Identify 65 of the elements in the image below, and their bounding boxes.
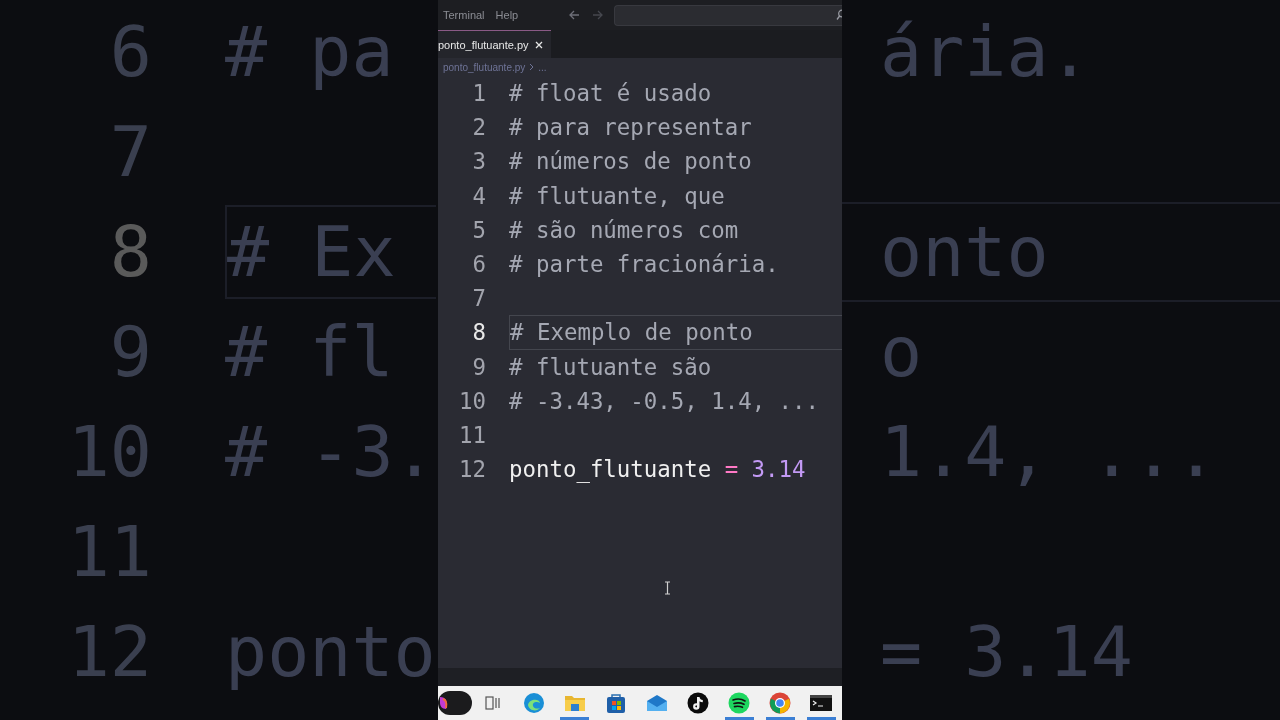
number-literal: 3.14	[751, 456, 806, 483]
line-number: 9	[108, 310, 152, 395]
code-text: onto	[880, 210, 1049, 295]
line-number: 10	[458, 387, 486, 414]
line-number: 6	[471, 251, 486, 278]
line-number: 4	[471, 182, 486, 209]
line-number: 1	[471, 80, 486, 107]
code-comment: # -3.43, -0.5, 1.4, ...	[509, 387, 820, 414]
line-number: 10	[66, 410, 152, 495]
swirl-icon	[438, 691, 472, 715]
line-number: 11	[66, 510, 152, 595]
code-text: # Ex	[225, 205, 436, 299]
file-tab[interactable]: ponto_flutuante.py	[438, 30, 551, 58]
line-number: 8	[471, 319, 486, 346]
left-arrow-icon	[568, 10, 581, 20]
code-comment: # parte fracionária.	[509, 251, 779, 278]
code-text: o	[880, 310, 923, 395]
breadcrumb-item[interactable]: ...	[538, 61, 547, 73]
code-text: ária.	[880, 10, 1091, 95]
code-text: ponto	[225, 610, 436, 695]
code-comment: # são números com	[509, 216, 739, 243]
variable-name: ponto_flutuante	[509, 456, 712, 483]
line-number: 11	[458, 421, 486, 448]
menu-item[interactable]: Help	[495, 9, 519, 21]
line-number: 7	[108, 110, 152, 195]
code-comment: # números de ponto	[509, 148, 752, 175]
wave-icon	[522, 692, 545, 714]
ring-icon	[769, 692, 792, 714]
search-field[interactable]	[614, 4, 842, 26]
line-number: 8	[108, 210, 152, 295]
code-text: # pa	[225, 10, 394, 95]
music-note-icon	[687, 692, 710, 714]
operator: =	[724, 456, 739, 483]
code-comment: # para representar	[509, 114, 752, 141]
tab-label: ponto_flutuante.py	[438, 38, 529, 51]
menu-item[interactable]: Terminal	[443, 9, 485, 21]
bag-icon	[605, 692, 626, 714]
code-comment: # float é usado	[509, 80, 712, 107]
code-text: 1.4, ...	[880, 410, 1218, 495]
sound-bars-icon	[728, 692, 751, 714]
right-arrow-icon	[592, 10, 605, 20]
line-number: 2	[471, 114, 486, 141]
line-number: 7	[471, 285, 486, 312]
close-button[interactable]	[534, 40, 543, 49]
envelope-icon	[646, 694, 668, 712]
folder-icon	[563, 693, 586, 713]
line-number: 6	[108, 10, 152, 95]
line-number: 9	[471, 353, 486, 380]
code-comment: # flutuante, que	[509, 182, 725, 209]
task-view-icon	[483, 695, 502, 711]
breadcrumb-item[interactable]: ponto_flutuante.py	[443, 61, 526, 73]
code-comment: # flutuante são	[509, 353, 712, 380]
code-text: # fl	[225, 310, 394, 395]
chevron-icon	[529, 63, 535, 71]
line-number: 5	[471, 216, 486, 243]
code-text: = 3.14	[880, 610, 1133, 695]
terminal-icon	[810, 694, 833, 712]
close-icon	[534, 40, 543, 49]
back-button[interactable]	[568, 10, 581, 20]
text-cursor-icon	[664, 581, 671, 595]
line-number: 12	[458, 456, 486, 483]
code-comment: # Exemplo de ponto	[510, 319, 753, 346]
line-number: 3	[471, 148, 486, 175]
line-number: 12	[66, 610, 152, 695]
code-text: # -3.	[225, 410, 436, 495]
